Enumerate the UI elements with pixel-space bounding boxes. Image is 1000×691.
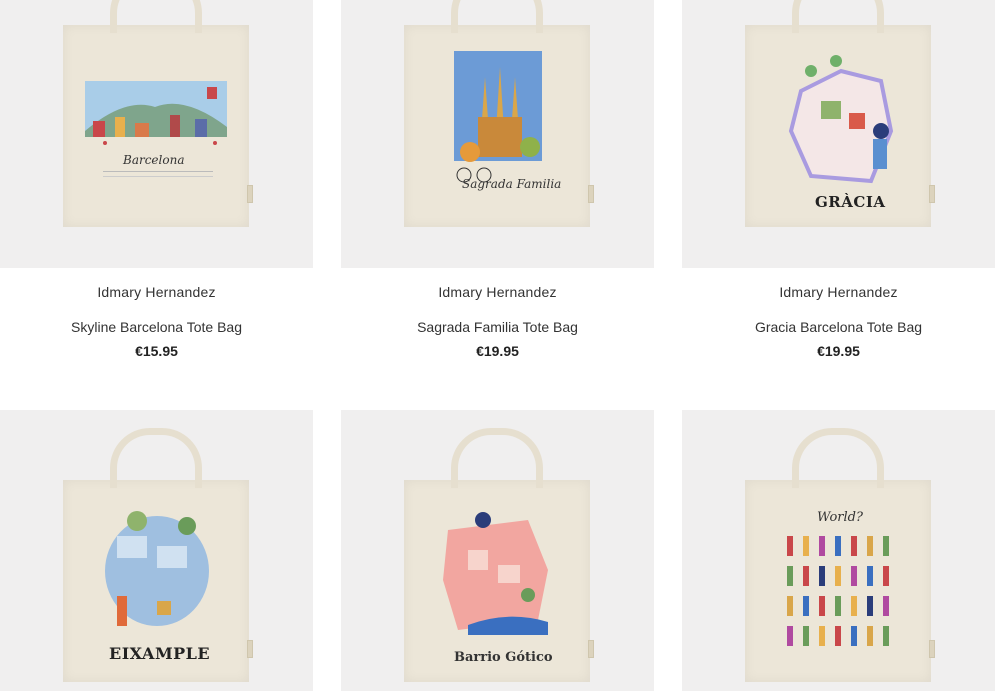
product-image[interactable]: Sagrada Familia <box>341 0 654 268</box>
tote-bag-image: EIXAMPLE <box>63 428 253 682</box>
product-maker[interactable]: Idmary Hernandez <box>0 284 313 300</box>
product-image[interactable]: Barcelona <box>0 0 313 268</box>
tote-bag-image: Barcelona <box>63 0 253 227</box>
art-label: Barcelona <box>123 153 185 167</box>
people-of-world-illustration <box>787 536 889 646</box>
product-maker[interactable]: Idmary Hernandez <box>682 284 995 300</box>
art-label: GRÀCIA <box>815 193 886 211</box>
product-title[interactable]: Sagrada Familia Tote Bag <box>341 319 654 335</box>
art-label: Barrio Gótico <box>454 650 553 665</box>
tote-bag-image: Sagrada Familia <box>404 0 594 227</box>
art-label: Sagrada Familia <box>462 177 562 191</box>
gracia-map-illustration <box>788 55 894 184</box>
product-maker[interactable]: Idmary Hernandez <box>341 284 654 300</box>
barrio-gotico-map-illustration <box>443 512 548 635</box>
art-label: EIXAMPLE <box>109 644 211 663</box>
eixample-map-illustration <box>105 511 209 626</box>
tote-bag-image: World? <box>745 428 935 682</box>
tote-bag-image: GRÀCIA <box>745 0 935 227</box>
product-price: €19.95 <box>476 343 519 359</box>
product-image[interactable]: EIXAMPLE <box>0 410 313 691</box>
sagrada-familia-illustration <box>454 51 542 183</box>
product-title[interactable]: Gracia Barcelona Tote Bag <box>682 319 995 335</box>
product-price: €19.95 <box>817 343 860 359</box>
product-image[interactable]: Barrio Gótico <box>341 410 654 691</box>
art-label: World? <box>817 510 863 525</box>
tote-bag-image: Barrio Gótico <box>404 428 594 682</box>
product-price: €15.95 <box>135 343 178 359</box>
product-image[interactable]: World? <box>682 410 995 691</box>
product-title[interactable]: Skyline Barcelona Tote Bag <box>0 319 313 335</box>
product-image[interactable]: GRÀCIA <box>682 0 995 268</box>
